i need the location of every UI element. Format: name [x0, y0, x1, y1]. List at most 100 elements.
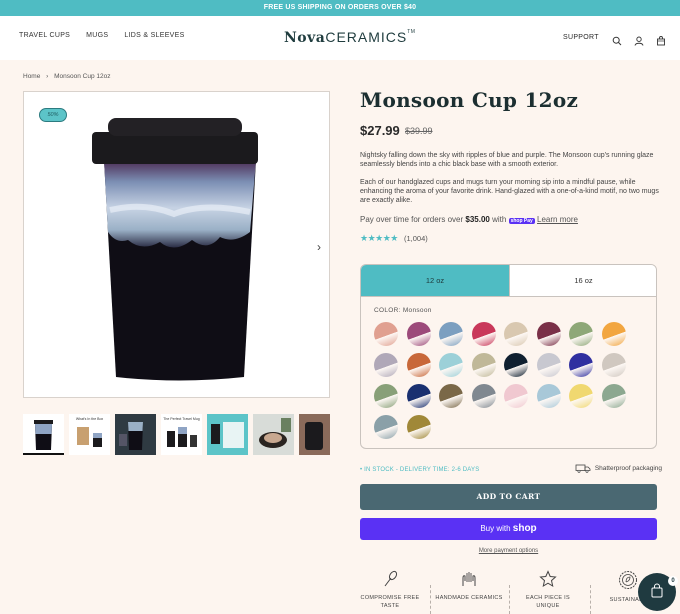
color-swatch[interactable]	[406, 415, 431, 439]
main-nav: TRAVEL CUPS MUGS LIDS & SLEEVES NovaCERA…	[0, 16, 680, 60]
color-swatch[interactable]	[504, 322, 528, 346]
brand-logo[interactable]: NovaCERAMICSTM	[284, 29, 415, 46]
buy-with-label: Buy with	[480, 524, 511, 533]
product-main-image[interactable]: 50% ›	[23, 91, 330, 398]
nav-link-travel-cups[interactable]: TRAVEL CUPS	[19, 32, 70, 39]
thumbnail-7[interactable]	[299, 414, 330, 455]
color-swatch[interactable]	[406, 353, 431, 377]
color-swatch[interactable]	[504, 353, 528, 377]
more-payment-options-link[interactable]: More payment options	[360, 548, 657, 554]
color-swatch[interactable]	[439, 384, 463, 408]
buy-with-shop-button[interactable]: Buy with shop	[360, 518, 657, 540]
color-swatch[interactable]	[471, 384, 496, 408]
color-swatch[interactable]	[374, 384, 398, 408]
color-swatch[interactable]	[374, 415, 398, 439]
color-swatch[interactable]	[569, 384, 593, 408]
breadcrumb-current: Monsoon Cup 12oz	[54, 73, 111, 80]
nav-support[interactable]: SUPPORT	[563, 34, 599, 41]
shatterproof-note: Shatterproof packaging	[575, 464, 662, 473]
shop-logo: shop	[512, 523, 537, 534]
installment-info: Pay over time for orders over $35.00 wit…	[360, 215, 578, 224]
compare-price: $39.99	[405, 126, 433, 136]
feature-handmade: HANDMADE CERAMICS	[435, 570, 503, 602]
logo-light: CERAMICS	[325, 29, 408, 45]
learn-more-link[interactable]: Learn more	[537, 215, 578, 224]
feature-divider	[430, 585, 431, 614]
feature-divider	[509, 585, 510, 614]
whisk-icon	[384, 570, 398, 587]
product-title: Monsoon Cup 12oz	[360, 88, 579, 112]
logo-bold: Nova	[284, 30, 326, 46]
color-swatch[interactable]	[439, 353, 463, 377]
shop-pay-badge: shop Pay	[508, 218, 535, 224]
tab-divider	[361, 296, 656, 297]
nav-link-mugs[interactable]: MUGS	[86, 32, 108, 39]
color-swatch[interactable]	[471, 322, 496, 346]
variant-selector: 12 oz 16 oz COLOR: Monsoon	[360, 264, 657, 449]
search-icon[interactable]	[612, 33, 622, 46]
truck-icon	[575, 464, 591, 473]
product-price: $27.99	[360, 123, 400, 138]
thumbnail-strip: What's In the Box The Perfect Travel Mug	[23, 414, 330, 456]
color-swatch[interactable]	[439, 322, 463, 346]
add-to-cart-button[interactable]: ADD TO CART	[360, 484, 657, 510]
logo-tm: TM	[407, 29, 416, 35]
cart-icon[interactable]	[656, 33, 666, 46]
color-swatch[interactable]	[536, 384, 561, 408]
color-swatch[interactable]	[504, 384, 528, 408]
review-count[interactable]: (1,004)	[404, 234, 428, 243]
thumbnail-2[interactable]: What's In the Box	[69, 414, 110, 455]
color-swatch[interactable]	[536, 353, 561, 377]
color-label: COLOR: Monsoon	[374, 307, 432, 314]
nav-links: TRAVEL CUPS MUGS LIDS & SLEEVES	[19, 32, 185, 39]
stock-status: • IN STOCK - DELIVERY TIME: 2-6 DAYS	[360, 467, 480, 473]
pay-text: Pay over time for orders over	[360, 215, 464, 224]
color-swatch[interactable]	[471, 353, 496, 377]
thumbnail-4-label: The Perfect Travel Mug	[163, 417, 200, 421]
floating-cart-button[interactable]: 0	[638, 573, 678, 611]
pay-with: with	[492, 215, 507, 224]
leaf-badge-icon	[619, 571, 637, 589]
feature-label-2: HANDMADE CERAMICS	[435, 595, 503, 601]
thumbnail-1[interactable]	[23, 414, 64, 455]
color-swatch[interactable]	[601, 322, 626, 346]
color-swatch[interactable]	[406, 322, 431, 346]
thumbnail-3[interactable]	[115, 414, 156, 455]
thumbnail-4[interactable]: The Perfect Travel Mug	[161, 414, 202, 455]
feature-unique: EACH PIECE IS UNIQUE	[514, 570, 582, 610]
star-icon	[539, 570, 557, 588]
nav-icons	[612, 33, 666, 46]
feature-label-3: EACH PIECE IS UNIQUE	[526, 595, 570, 609]
thumbnail-2-label: What's In the Box	[75, 417, 104, 421]
next-image-arrow-icon[interactable]: ›	[317, 240, 321, 254]
breadcrumb-home[interactable]: Home	[23, 73, 40, 80]
product-description-2: Each of our handglazed cups and mugs tur…	[360, 179, 659, 204]
shatterproof-label: Shatterproof packaging	[594, 465, 663, 473]
color-swatch[interactable]	[374, 353, 398, 377]
color-swatch[interactable]	[406, 384, 431, 408]
feature-divider	[590, 585, 591, 614]
color-swatch[interactable]	[569, 322, 593, 346]
color-swatch[interactable]	[536, 322, 561, 346]
size-option-16oz[interactable]: 16 oz	[509, 265, 656, 296]
color-swatch[interactable]	[601, 384, 626, 408]
account-icon[interactable]	[634, 33, 644, 46]
cup-illustration	[92, 118, 258, 381]
discount-badge: 50%	[39, 108, 67, 122]
pay-amount: $35.00	[465, 215, 490, 224]
color-swatch[interactable]	[374, 322, 398, 346]
hands-icon	[462, 572, 476, 586]
thumbnail-6[interactable]	[253, 414, 294, 455]
breadcrumb: Home › Monsoon Cup 12oz	[23, 73, 115, 80]
cart-count-badge: 0	[668, 576, 678, 586]
color-swatch[interactable]	[569, 353, 593, 377]
product-description-1: Nightsky falling down the sky with rippl…	[360, 152, 654, 168]
color-swatch[interactable]	[601, 353, 626, 377]
feature-compromise-free: COMPROMISE FREE TASTE	[356, 570, 424, 610]
chevron-right-icon: ›	[46, 73, 49, 80]
announcement-bar: FREE US SHIPPING ON ORDERS OVER $40	[0, 0, 680, 16]
thumbnail-5[interactable]	[207, 414, 248, 455]
nav-link-lids-sleeves[interactable]: LIDS & SLEEVES	[124, 32, 184, 39]
rating-stars[interactable]: ★★★★★	[360, 233, 398, 244]
size-option-12oz[interactable]: 12 oz	[361, 265, 509, 296]
